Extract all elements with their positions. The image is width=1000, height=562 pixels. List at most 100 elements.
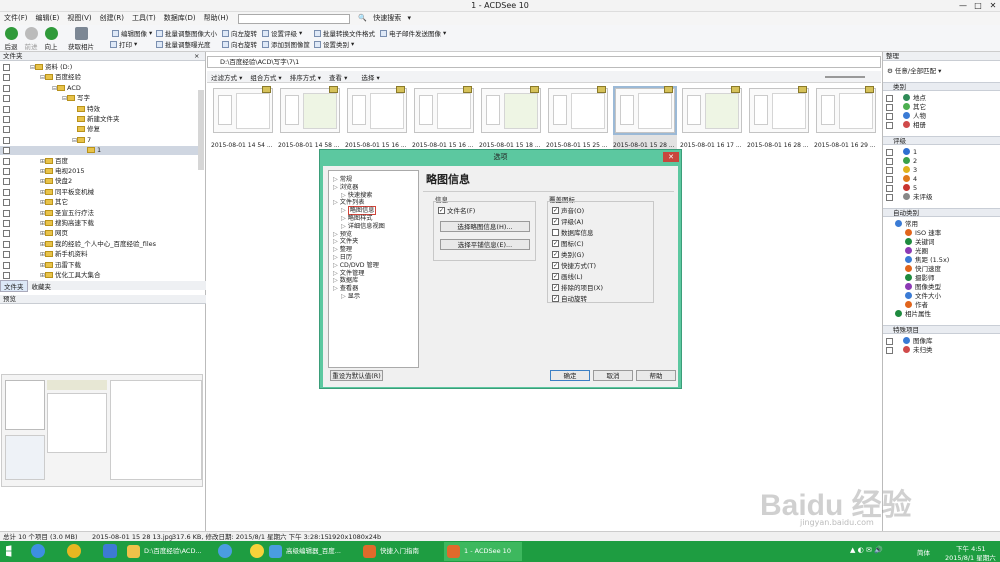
- overlay-check-box[interactable]: ✓: [552, 272, 559, 280]
- menu-file[interactable]: 文件(F): [0, 12, 32, 25]
- app-icon[interactable]: [103, 544, 117, 558]
- thumbnail[interactable]: 2015-08-01 15 25 ...: [546, 86, 610, 150]
- auto-category-item[interactable]: 快门速度: [883, 265, 1000, 274]
- folder-tree-item[interactable]: ⊞ 电视2015: [0, 167, 200, 176]
- options-tree-item[interactable]: ▷ 常规: [333, 176, 352, 183]
- overlay-checkbox[interactable]: ✓ 类别(G): [552, 249, 584, 259]
- item-checkbox[interactable]: [886, 347, 893, 354]
- special-items-header[interactable]: 特殊项目: [883, 325, 1000, 334]
- filename-checkbox[interactable]: ✓ 文件名(F): [438, 205, 475, 215]
- add-to-basket-button[interactable]: 添加到图像筐: [262, 39, 310, 49]
- folder-checkbox[interactable]: [3, 178, 10, 186]
- thumbnail[interactable]: 2015-08-01 14 58 ...: [278, 86, 342, 150]
- batch-exposure-button[interactable]: 批量调整曝光度: [156, 39, 211, 49]
- overlay-checkbox[interactable]: ✓ 自动旋转: [552, 293, 587, 303]
- auto-category-item[interactable]: 作者: [883, 301, 1000, 310]
- folder-tree-item[interactable]: ⊞ 其它: [0, 198, 200, 207]
- match-dropdown[interactable]: ⚙ 任意/全部匹配 ▾: [883, 67, 1000, 76]
- edit-image-button[interactable]: 编辑图像 ▾: [112, 28, 152, 38]
- menu-help[interactable]: 帮助(H): [200, 12, 233, 25]
- folder-checkbox[interactable]: [3, 84, 10, 92]
- folder-tree-item[interactable]: ⊞ 同平板变机械: [0, 188, 200, 197]
- menu-edit[interactable]: 编辑(E): [32, 12, 64, 25]
- rotate-right-button[interactable]: 向右旋转: [222, 39, 257, 49]
- options-tree-item[interactable]: ▷ 文件管理: [333, 270, 364, 277]
- folder-checkbox[interactable]: [3, 220, 10, 227]
- thumbnail[interactable]: 2015-08-01 16 17 ...: [680, 86, 744, 150]
- folder-tree-item[interactable]: ⊟ 资料 (D:): [0, 63, 200, 72]
- overlay-check-box[interactable]: ✓: [552, 239, 559, 247]
- overlay-check-box[interactable]: ✓: [552, 261, 559, 269]
- category-item[interactable]: 地点: [883, 94, 1000, 103]
- folder-tree-item[interactable]: ⊞ 迅雷下载: [0, 261, 200, 270]
- help-button[interactable]: 帮助: [636, 370, 676, 381]
- item-checkbox[interactable]: [886, 149, 893, 156]
- rating-item[interactable]: 5: [883, 184, 1000, 193]
- folder-checkbox[interactable]: [3, 168, 10, 175]
- cancel-button[interactable]: 取消: [593, 370, 633, 381]
- folder-tree-item[interactable]: ⊟ ACD: [0, 84, 200, 93]
- overlay-checkbox[interactable]: ✓ 声音(O): [552, 205, 584, 215]
- auto-category-item[interactable]: 光圈: [883, 247, 1000, 256]
- dialog-close-button[interactable]: ✕: [663, 152, 679, 162]
- folder-tree-item[interactable]: ⊟ 写字: [0, 94, 200, 103]
- back-button[interactable]: 后退: [1, 27, 21, 51]
- overlay-checkbox[interactable]: ✓ 图标(C): [552, 238, 584, 248]
- minimize-button[interactable]: —: [956, 0, 970, 11]
- auto-category-item[interactable]: ISO 速率: [883, 229, 1000, 238]
- options-tree-item[interactable]: ▷ 略图信息: [341, 206, 377, 216]
- folder-tree-item[interactable]: ⊞ 优化工具大集合: [0, 271, 200, 280]
- select-tile-info-button[interactable]: 选择平铺信息(E)...: [440, 239, 530, 250]
- ie-icon[interactable]: [31, 544, 45, 558]
- thumbnail[interactable]: 2015-08-01 14 54 ...: [211, 86, 275, 150]
- options-tree-item[interactable]: ▷ 详细信息视图: [341, 223, 385, 230]
- folder-tree-item[interactable]: ⊟ 百度经验: [0, 73, 200, 82]
- options-tree-item[interactable]: ▷ 查看器: [333, 285, 358, 292]
- options-tree-item[interactable]: ▷ 浏览器: [333, 184, 358, 191]
- folder-checkbox[interactable]: [3, 116, 10, 123]
- overlay-checkbox[interactable]: ✓ 快捷方式(T): [552, 260, 596, 270]
- overlay-check-box[interactable]: ✓: [552, 217, 559, 225]
- reset-defaults-button[interactable]: 重设为默认值(R): [330, 370, 383, 381]
- thumbnail[interactable]: 2015-08-01 15 16 ...: [412, 86, 476, 150]
- qq-icon[interactable]: [67, 544, 81, 558]
- overlay-checkbox[interactable]: 数据库信息: [552, 227, 594, 237]
- options-tree-item[interactable]: ▷ 略图样式: [341, 215, 372, 222]
- tab-favorites[interactable]: 收藏夹: [29, 281, 55, 291]
- menu-view[interactable]: 视图(V): [63, 12, 95, 25]
- folder-checkbox[interactable]: [3, 95, 10, 103]
- ratings-header[interactable]: 评级: [883, 136, 1000, 145]
- item-checkbox[interactable]: [886, 185, 893, 192]
- item-checkbox[interactable]: [886, 176, 893, 183]
- auto-category-item[interactable]: 相片属性: [883, 310, 1000, 319]
- overlay-check-box[interactable]: ✓: [552, 206, 559, 214]
- email-button[interactable]: 电子邮件发送图像 ▾: [380, 28, 446, 38]
- tree-scrollbar[interactable]: [198, 90, 204, 170]
- menu-database[interactable]: 数据库(D): [160, 12, 200, 25]
- overlay-checkbox[interactable]: ✓ 排除的项目(X): [552, 282, 603, 292]
- set-rating-button[interactable]: 设置评级 ▾: [262, 28, 302, 38]
- overlay-check-box[interactable]: ✓: [552, 283, 559, 291]
- item-checkbox[interactable]: [886, 95, 893, 102]
- task-acdsee[interactable]: 1 - ACDSee 10: [444, 542, 522, 561]
- folder-tree-item[interactable]: ⊞ 快盘2: [0, 177, 200, 186]
- close-button[interactable]: ✕: [986, 0, 1000, 11]
- folder-checkbox[interactable]: [3, 199, 10, 207]
- forward-button[interactable]: 前进: [21, 27, 41, 51]
- options-tree-item[interactable]: ▷ 日历: [333, 254, 352, 261]
- options-tree-item[interactable]: ▷ 数据库: [333, 277, 358, 284]
- path-bar[interactable]: D:\百度经验\ACD\写字\7\1: [207, 56, 881, 68]
- auto-category-item[interactable]: 文件大小: [883, 292, 1000, 301]
- thumbnail[interactable]: 2015-08-01 15 28 ...: [613, 86, 677, 150]
- folder-checkbox[interactable]: [3, 188, 10, 196]
- special-item[interactable]: 未归类: [883, 346, 1000, 355]
- select-thumb-info-button[interactable]: 选择略图信息(H)...: [440, 221, 530, 232]
- folder-checkbox[interactable]: [3, 240, 10, 248]
- special-item[interactable]: 图像库: [883, 337, 1000, 346]
- task-explorer[interactable]: D:\百度经验\ACD...: [124, 542, 220, 561]
- folder-tree-item[interactable]: ⊞ 网页: [0, 229, 200, 238]
- item-checkbox[interactable]: [886, 104, 893, 111]
- ie2-icon[interactable]: [218, 544, 232, 558]
- filename-check-box[interactable]: ✓: [438, 206, 445, 214]
- menu-create[interactable]: 创建(R): [96, 12, 128, 25]
